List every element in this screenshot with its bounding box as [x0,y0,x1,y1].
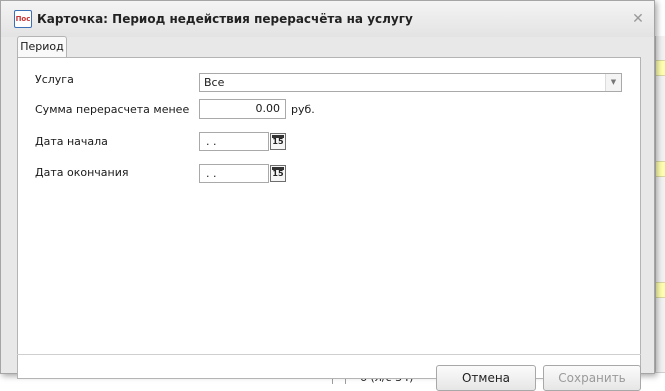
sum-label: Сумма перерасчета менее [35,103,190,116]
title-bar[interactable]: Пос Карточка: Период недействия перерасч… [1,1,654,37]
calendar-icon[interactable]: 15 [270,165,286,182]
background-right-panel [655,36,665,376]
service-select-value: Все [204,76,225,89]
sum-input[interactable]: 0.00 [199,99,286,119]
start-date-input[interactable]: . . [199,132,269,151]
background-highlight-row [656,161,665,177]
dialog-title: Карточка: Период недействия перерасчёта … [37,12,413,26]
end-date-label: Дата окончания [35,166,129,179]
background-highlight-row [656,282,665,298]
dialog-window: Пос Карточка: Период недействия перерасч… [0,0,655,391]
save-button[interactable]: Сохранить [543,365,641,391]
cancel-button[interactable]: Отмена [436,365,536,391]
end-date-input[interactable]: . . [199,164,269,183]
close-icon[interactable]: ✕ [631,12,645,26]
service-label: Услуга [35,73,74,86]
tab-panel-period: Услуга Все ▼ Сумма перерасчета менее 0.0… [17,57,641,379]
app-icon: Пос [14,10,32,28]
footer-divider [17,354,641,355]
start-date-label: Дата начала [35,135,108,148]
sum-unit: руб. [291,103,315,116]
service-select[interactable]: Все ▼ [199,73,622,92]
tab-period[interactable]: Период [17,36,67,58]
chevron-down-icon[interactable]: ▼ [605,74,621,91]
calendar-icon[interactable]: 15 [270,133,286,150]
background-highlight-row [656,60,665,76]
